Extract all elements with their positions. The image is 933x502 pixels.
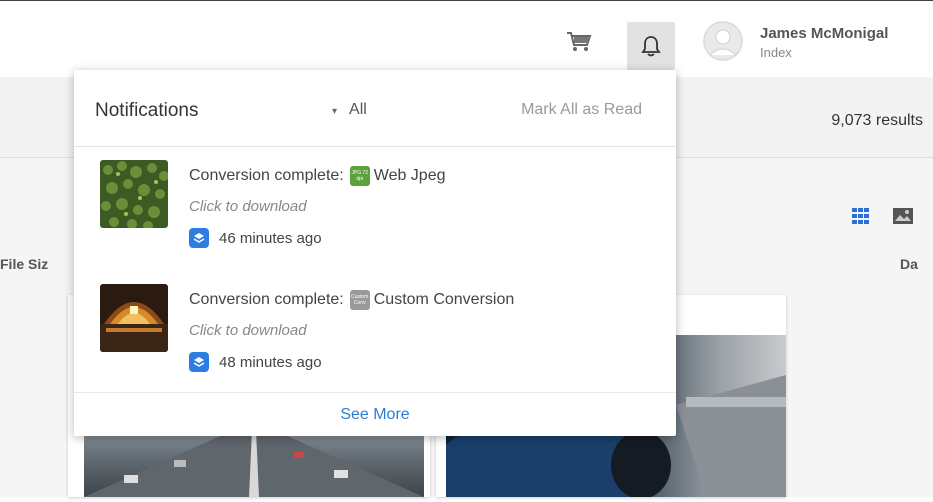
image-view-icon[interactable] bbox=[892, 207, 914, 225]
notification-title: Conversion complete: Custom Conv Custom … bbox=[189, 290, 514, 310]
column-file-size[interactable]: File Siz bbox=[0, 256, 48, 272]
filter-value: All bbox=[349, 101, 367, 118]
user-name[interactable]: James McMonigal bbox=[760, 25, 888, 42]
notification-title: Conversion complete: JPG 72 dpi Web Jpeg bbox=[189, 166, 446, 186]
format-name: Custom Conversion bbox=[373, 291, 515, 308]
layers-icon bbox=[189, 228, 209, 248]
see-more-link[interactable]: See More bbox=[74, 392, 676, 437]
bell-icon bbox=[641, 36, 661, 57]
notification-time: 46 minutes ago bbox=[189, 228, 322, 248]
notification-thumbnail-forest bbox=[100, 160, 168, 228]
notification-message: Conversion complete: bbox=[189, 291, 344, 308]
custom-conversion-icon: Custom Conv bbox=[349, 290, 370, 310]
mark-all-read-button[interactable]: Mark All as Read bbox=[521, 101, 642, 119]
notification-time: 48 minutes ago bbox=[189, 352, 322, 372]
cart-icon[interactable] bbox=[566, 31, 592, 53]
notification-item[interactable]: Conversion complete: JPG 72 dpi Web Jpeg… bbox=[74, 148, 676, 272]
grid-view-icon[interactable] bbox=[852, 208, 870, 224]
download-link[interactable]: Click to download bbox=[189, 198, 307, 215]
filter-dropdown[interactable]: ▾ All bbox=[332, 101, 367, 119]
notifications-button[interactable] bbox=[627, 22, 675, 70]
avatar-icon bbox=[703, 21, 743, 61]
time-text: 46 minutes ago bbox=[219, 229, 322, 247]
notification-thumbnail-station bbox=[100, 284, 168, 352]
notifications-header: Notifications ▾ All Mark All as Read bbox=[74, 70, 676, 147]
layers-icon bbox=[189, 352, 209, 372]
format-name: Web Jpeg bbox=[373, 167, 446, 184]
results-count: 9,073 results bbox=[831, 112, 923, 129]
user-subtitle: Index bbox=[760, 45, 792, 60]
user-avatar[interactable] bbox=[703, 21, 743, 61]
notifications-panel: Notifications ▾ All Mark All as Read Conv… bbox=[74, 70, 676, 436]
download-link[interactable]: Click to download bbox=[189, 322, 307, 339]
time-text: 48 minutes ago bbox=[219, 353, 322, 371]
notification-item[interactable]: Conversion complete: Custom Conv Custom … bbox=[74, 272, 676, 396]
caret-down-icon: ▾ bbox=[332, 106, 338, 117]
jpg-format-icon: JPG 72 dpi bbox=[349, 166, 370, 186]
top-bar: James McMonigal Index bbox=[0, 0, 933, 78]
notification-message: Conversion complete: bbox=[189, 167, 344, 184]
notifications-title: Notifications bbox=[95, 100, 199, 121]
column-date[interactable]: Da bbox=[900, 256, 918, 272]
